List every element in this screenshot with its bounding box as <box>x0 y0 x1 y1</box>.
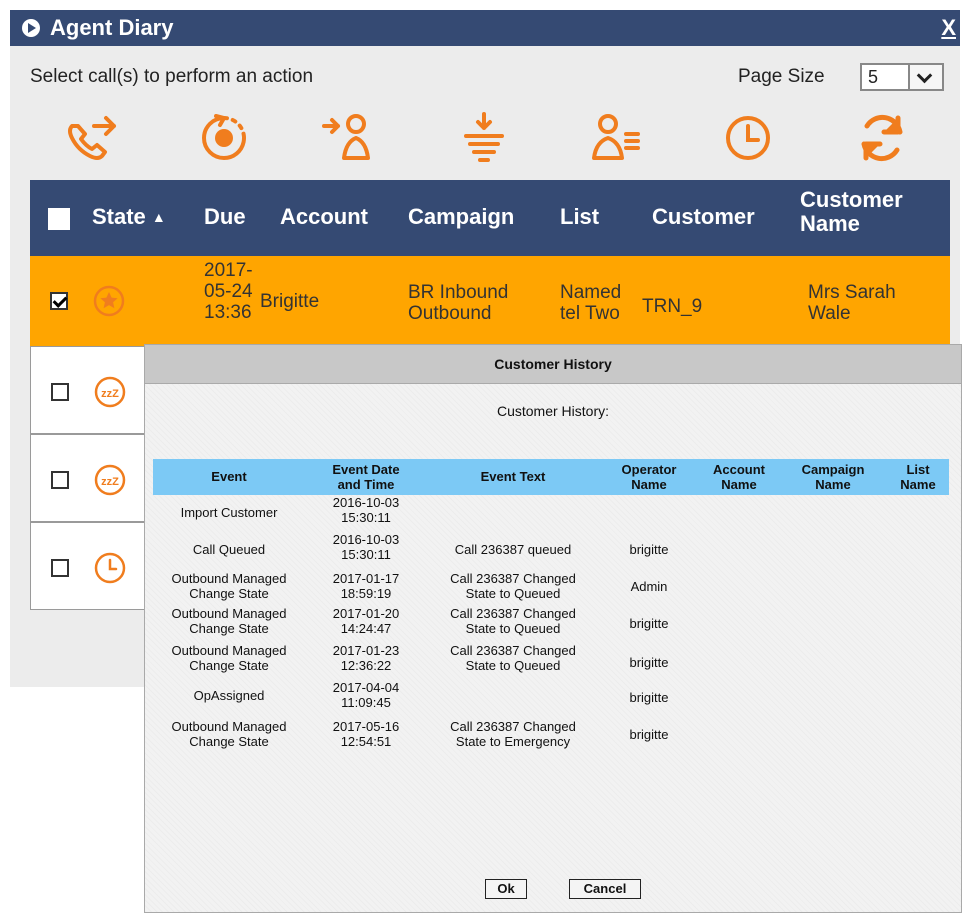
close-button[interactable]: X <box>941 15 956 41</box>
operator-cell: brigitte <box>629 690 669 705</box>
column-list-name: List Name <box>900 462 936 492</box>
history-table-header: Event Event Date and Time Event Text Oper… <box>153 459 949 495</box>
row-checkbox[interactable] <box>51 383 69 401</box>
column-list[interactable]: List <box>560 204 599 230</box>
instruction-text: Select call(s) to perform an action <box>30 66 314 87</box>
sort-ascending-icon: ▲ <box>151 209 166 225</box>
event-cell: Outbound Managed Change State <box>171 643 287 673</box>
history-row: Outbound Managed Change State 2017-01-23 1… <box>153 643 949 680</box>
page-size-label: Page Size <box>738 66 825 87</box>
datetime-cell: 2016-10-03 15:30:11 <box>332 532 400 562</box>
schedule-clock-icon[interactable] <box>718 110 778 166</box>
column-campaign-name: Campaign Name <box>801 462 865 492</box>
datetime-cell: 2017-04-04 11:09:45 <box>332 680 400 710</box>
event-cell: OpAssigned <box>193 688 265 703</box>
operator-cell: brigitte <box>629 616 669 631</box>
transfer-call-icon[interactable] <box>62 110 122 166</box>
assign-agent-icon[interactable] <box>320 110 380 166</box>
column-account[interactable]: Account <box>280 204 368 230</box>
select-all-checkbox[interactable] <box>48 208 70 230</box>
grid-header: State ▲ Due Account Campaign List Custom… <box>30 180 950 256</box>
history-row: Import Customer 2016-10-03 15:30:11 <box>153 495 949 532</box>
campaign-cell: BR Inbound Outbound <box>408 282 509 324</box>
event-text-cell: Call 236387 Changed State to Queued <box>450 571 576 601</box>
clock-icon <box>94 552 126 584</box>
row-checkbox[interactable] <box>50 292 68 310</box>
page-size-select[interactable]: 5 <box>860 63 944 91</box>
event-cell: Outbound Managed Change State <box>171 719 287 749</box>
operator-cell: brigitte <box>629 655 669 670</box>
datetime-cell: 2016-10-03 15:30:11 <box>332 495 400 525</box>
due-cell: 2017- 05-24 13:36 <box>204 260 253 323</box>
column-campaign[interactable]: Campaign <box>408 204 514 230</box>
page-size-value: 5 <box>868 67 879 87</box>
datetime-cell: 2017-01-23 12:36:22 <box>332 643 400 673</box>
column-operator-name: Operator Name <box>621 462 677 492</box>
window-title: Agent Diary <box>50 15 174 40</box>
history-row: Outbound Managed Change State 2017-05-16 1… <box>153 717 949 754</box>
priority-down-icon[interactable] <box>454 110 514 166</box>
svg-text:zzZ: zzZ <box>101 476 119 488</box>
history-row: Call Queued 2016-10-03 15:30:11 Call 2363… <box>153 532 949 569</box>
operator-cell: brigitte <box>629 542 669 557</box>
event-text-cell: Call 236387 Changed State to Queued <box>450 606 576 636</box>
event-text-cell: Call 236387 Changed State to Emergency <box>450 719 576 749</box>
operator-cell: Admin <box>630 579 668 594</box>
operator-cell: brigitte <box>629 727 669 742</box>
chevron-down-icon[interactable] <box>908 65 942 89</box>
event-cell: Outbound Managed Change State <box>171 571 287 601</box>
star-icon <box>93 285 125 317</box>
dialog-heading: Customer History: <box>496 403 610 419</box>
column-account-name: Account Name <box>713 462 765 492</box>
dialog-title: Customer History <box>145 345 961 384</box>
column-event-text: Event Text <box>480 469 546 484</box>
snooze-timer-icon[interactable] <box>194 110 254 166</box>
customer-history-dialog: Customer History Customer History: Event… <box>144 344 962 913</box>
event-text-cell: Call 236387 queued <box>454 542 572 557</box>
datetime-cell: 2017-05-16 12:54:51 <box>332 719 400 749</box>
column-event-datetime: Event Date and Time <box>332 462 400 492</box>
table-row[interactable]: 2017- 05-24 13:36 Brigitte BR Inbound Outbo… <box>30 256 950 346</box>
svg-text:zzZ: zzZ <box>101 388 119 400</box>
account-cell: Brigitte <box>260 291 320 312</box>
datetime-cell: 2017-01-17 18:59:19 <box>332 571 400 601</box>
cancel-button[interactable]: Cancel <box>569 879 641 899</box>
refresh-icon[interactable] <box>852 110 912 166</box>
history-rows: Import Customer 2016-10-03 15:30:11 Call … <box>153 495 949 754</box>
event-cell: Import Customer <box>180 505 278 520</box>
window-titlebar: Agent Diary X <box>10 10 960 46</box>
column-customer-name[interactable]: Customer Name <box>800 188 903 236</box>
snooze-icon: zzZ <box>94 464 126 496</box>
history-row: Outbound Managed Change State 2017-01-20 1… <box>153 606 949 643</box>
ok-button[interactable]: Ok <box>485 879 527 899</box>
column-state[interactable]: State ▲ <box>92 204 166 230</box>
agent-list-icon[interactable] <box>586 110 646 166</box>
history-row: Outbound Managed Change State 2017-01-17 1… <box>153 569 949 606</box>
column-customer[interactable]: Customer <box>652 204 755 230</box>
datetime-cell: 2017-01-20 14:24:47 <box>332 606 400 636</box>
row-checkbox[interactable] <box>51 471 69 489</box>
event-text-cell <box>427 499 599 514</box>
row-checkbox[interactable] <box>51 559 69 577</box>
play-icon[interactable] <box>22 19 40 37</box>
customer-cell: TRN_9 <box>642 296 703 317</box>
column-event: Event <box>211 469 247 484</box>
event-text-cell <box>427 680 599 695</box>
list-cell: Named tel Two <box>560 282 622 324</box>
snooze-icon: zzZ <box>94 376 126 408</box>
column-due[interactable]: Due <box>204 204 246 230</box>
event-text-cell: Call 236387 Changed State to Queued <box>450 643 576 673</box>
event-cell: Call Queued <box>192 542 266 557</box>
history-row: OpAssigned 2017-04-04 11:09:45 brigitte <box>153 680 949 717</box>
customer-name-cell: Mrs Sarah Wale <box>808 282 896 324</box>
event-cell: Outbound Managed Change State <box>171 606 287 636</box>
